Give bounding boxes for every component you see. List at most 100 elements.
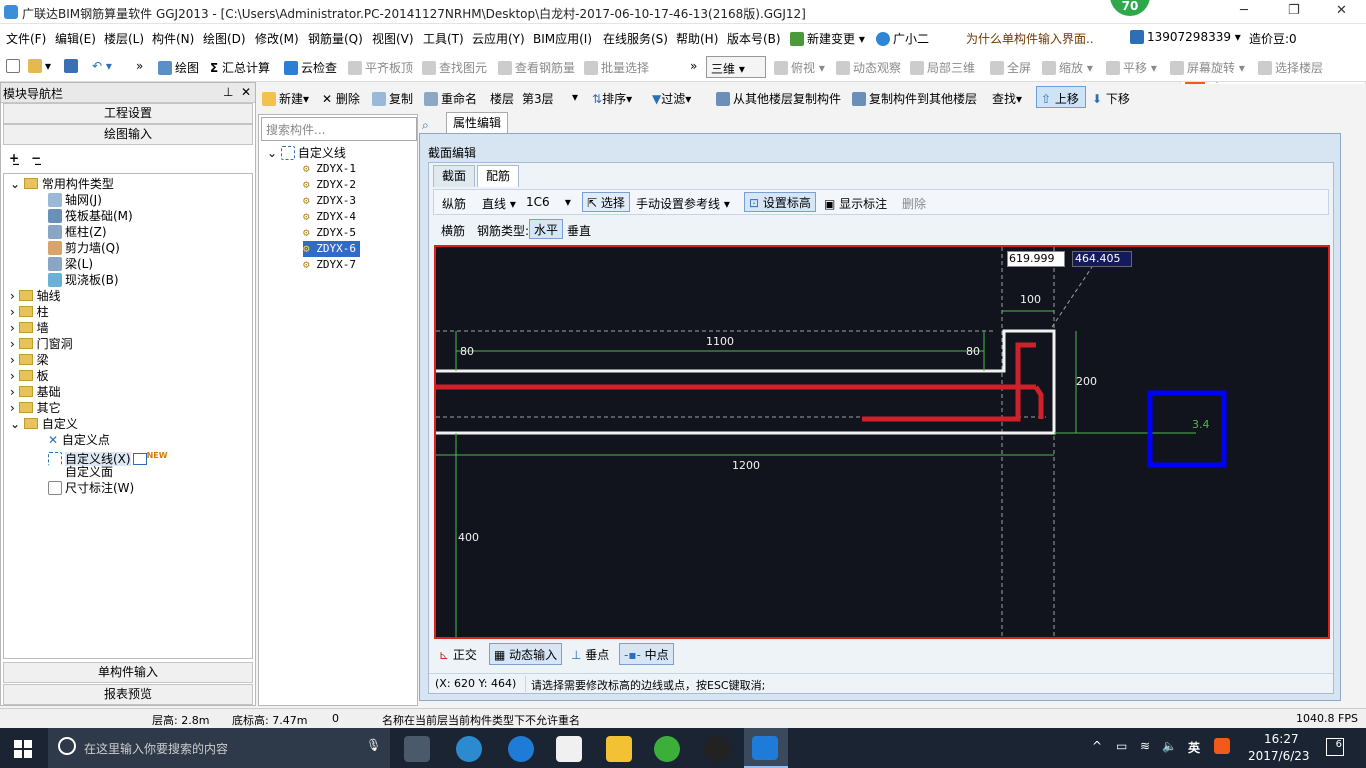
ggj-app-icon-active[interactable]	[744, 728, 788, 768]
zoom-button[interactable]: 缩放 ▾	[1042, 59, 1093, 76]
tree-group-wall[interactable]: › 墙	[10, 320, 49, 336]
tree-item-beam[interactable]: 梁(L)	[48, 256, 93, 272]
fullscreen-button[interactable]: 全屏	[990, 59, 1031, 76]
tree-group-slab[interactable]: › 板	[10, 368, 49, 384]
component-search-input[interactable]: 搜索构件...	[261, 117, 417, 141]
menu-cloud[interactable]: 云应用(Y)	[472, 30, 525, 47]
list-item[interactable]: ⚙ ZDYX-1	[303, 161, 356, 177]
tree-group-foundation[interactable]: › 基础	[10, 384, 61, 400]
file-explorer-icon[interactable]	[606, 736, 632, 762]
filter-button[interactable]: ▼过滤▾	[652, 90, 691, 107]
copy-from-floor-button[interactable]: 从其他楼层复制构件	[716, 90, 841, 107]
select-tool-button[interactable]: ⇱ 选择	[582, 192, 630, 212]
tab-section[interactable]: 截面	[433, 165, 476, 187]
set-elevation-button[interactable]: ⊡ 设置标高	[744, 192, 816, 212]
menu-component[interactable]: 构件(N)	[152, 30, 194, 47]
edge-icon[interactable]	[508, 736, 534, 762]
coord-y-input[interactable]: 464.405	[1072, 251, 1132, 267]
tree-item-custom-point[interactable]: ✕ 自定义点	[48, 432, 110, 448]
menu-help[interactable]: 帮助(H)	[676, 30, 718, 47]
delete-button[interactable]: ✕ 删除	[322, 90, 360, 107]
tree-item-slab[interactable]: 现浇板(B)	[48, 272, 119, 288]
batch-select-button[interactable]: 批量选择	[584, 59, 649, 76]
menu-floor[interactable]: 楼层(L)	[104, 30, 144, 47]
find-element-button[interactable]: 查找图元	[422, 59, 487, 76]
project-settings-button[interactable]: 工程设置	[3, 103, 253, 124]
wifi-icon[interactable]: ≋	[1140, 739, 1150, 753]
volume-icon[interactable]: 🔈	[1162, 739, 1177, 753]
save-icon[interactable]	[64, 59, 81, 73]
collapse-all-icon[interactable]: −̲	[31, 151, 41, 165]
copy-button[interactable]: 复制	[372, 90, 413, 107]
menu-why-link[interactable]: 为什么单构件输入界面..	[966, 30, 1094, 47]
sogou-tray-icon[interactable]	[1214, 738, 1230, 754]
tree-group-custom[interactable]: ⌄ 自定义	[10, 416, 78, 432]
qq-icon[interactable]	[704, 736, 730, 762]
select-floor-button[interactable]: 选择楼层	[1258, 59, 1323, 76]
rebar-spec-dropdown[interactable]: 1C6 ▾	[526, 195, 571, 209]
tree-group-beam[interactable]: › 梁	[10, 352, 49, 368]
cloud-check-button[interactable]: 云检查	[284, 59, 337, 76]
summary-button[interactable]: Σ 汇总计算	[210, 59, 270, 76]
panel-close-icon[interactable]: ✕	[241, 85, 251, 99]
top-view-button[interactable]: 俯视 ▾	[774, 59, 825, 76]
taskbar-search-box[interactable]: 在这里输入你要搜索的内容 🎙	[48, 728, 390, 768]
line-type-dropdown[interactable]: 直线 ▾	[482, 195, 516, 212]
list-item-selected[interactable]: ⚙ ZDYX-6	[303, 241, 360, 257]
tree-group-column[interactable]: › 柱	[10, 304, 49, 320]
tree-node-common[interactable]: ⌄ 常用构件类型	[10, 176, 114, 192]
tree-item-shear-wall[interactable]: 剪力墙(Q)	[48, 240, 120, 256]
menu-draw[interactable]: 绘图(D)	[203, 30, 246, 47]
tree-item-raft[interactable]: 筏板基础(M)	[48, 208, 133, 224]
rotate-button[interactable]: 屏幕旋转 ▾	[1170, 59, 1245, 76]
menu-edit[interactable]: 编辑(E)	[55, 30, 96, 47]
network-icon[interactable]: ▭	[1116, 739, 1127, 753]
menu-modify[interactable]: 修改(M)	[255, 30, 299, 47]
delete-rebar-button[interactable]: 删除	[902, 195, 926, 212]
tab-property-edit[interactable]: 属性编辑	[446, 112, 508, 134]
tray-up-icon[interactable]: ^	[1092, 739, 1102, 753]
menu-version[interactable]: 版本号(B)	[727, 30, 781, 47]
menu-beans[interactable]: 造价豆:0	[1249, 30, 1297, 47]
minimize-button[interactable]: ─	[1240, 3, 1248, 18]
midpoint-button[interactable]: -▪- 中点	[619, 643, 674, 665]
tree-group-axis[interactable]: › 轴线	[10, 288, 61, 304]
menu-online[interactable]: 在线服务(S)	[603, 30, 668, 47]
pin-icon[interactable]: ⊥	[223, 85, 233, 99]
move-up-button[interactable]: ⇧ 上移	[1036, 86, 1086, 108]
property-search-icon[interactable]: ⌕	[422, 118, 429, 133]
section-drawing-canvas[interactable]: 3.4 100 1100 80 80 200 1200 400 619.999 …	[434, 245, 1330, 639]
new-component-button[interactable]: 新建▾	[262, 90, 309, 107]
tree-item-axis-grid[interactable]: 轴网(J)	[48, 192, 102, 208]
drawing-input-button[interactable]: 绘图输入	[3, 124, 253, 145]
more-icon-2[interactable]: »	[690, 59, 697, 73]
menu-assistant[interactable]: 广小二	[876, 30, 929, 47]
draw-button[interactable]: 绘图	[158, 59, 199, 76]
ortho-button[interactable]: ⊾ 正交	[439, 646, 477, 663]
tree-group-other[interactable]: › 其它	[10, 400, 61, 416]
tab-reinforcement[interactable]: 配筋	[477, 165, 520, 187]
floor-dropdown[interactable]: 第3层 ▾	[518, 88, 582, 108]
list-root-custom-line[interactable]: ⌄ 自定义线	[267, 145, 346, 161]
move-down-button[interactable]: ⬇ 下移	[1092, 90, 1130, 107]
find-button[interactable]: 查找▾	[992, 90, 1022, 107]
browser-360-icon[interactable]	[456, 736, 482, 762]
expand-all-icon[interactable]: +̲	[9, 151, 19, 165]
vertical-toggle[interactable]: 垂直	[567, 222, 591, 239]
menu-view[interactable]: 视图(V)	[372, 30, 414, 47]
coord-x-input[interactable]: 619.999	[1007, 251, 1065, 267]
ime-indicator[interactable]: 英	[1188, 739, 1200, 756]
undo-icon[interactable]: ↶ ▾	[92, 59, 112, 73]
pan-button[interactable]: 平移 ▾	[1106, 59, 1157, 76]
report-preview-button[interactable]: 报表预览	[3, 684, 253, 705]
sort-button[interactable]: ⇅排序▾	[592, 90, 632, 107]
menu-account[interactable]: 13907298339 ▾	[1130, 30, 1241, 44]
menu-rebar[interactable]: 钢筋量(Q)	[308, 30, 363, 47]
menu-new-change[interactable]: 新建变更 ▾	[790, 30, 865, 47]
start-icon[interactable]	[14, 740, 32, 758]
menu-tools[interactable]: 工具(T)	[423, 30, 464, 47]
view-3d-dropdown[interactable]: 三维 ▾	[706, 56, 766, 78]
tree-item-custom-face[interactable]: 自定义面	[48, 464, 113, 480]
view-rebar-button[interactable]: 查看钢筋量	[498, 59, 575, 76]
tree-item-custom-line[interactable]: 自定义线(X) NEW	[48, 448, 168, 466]
